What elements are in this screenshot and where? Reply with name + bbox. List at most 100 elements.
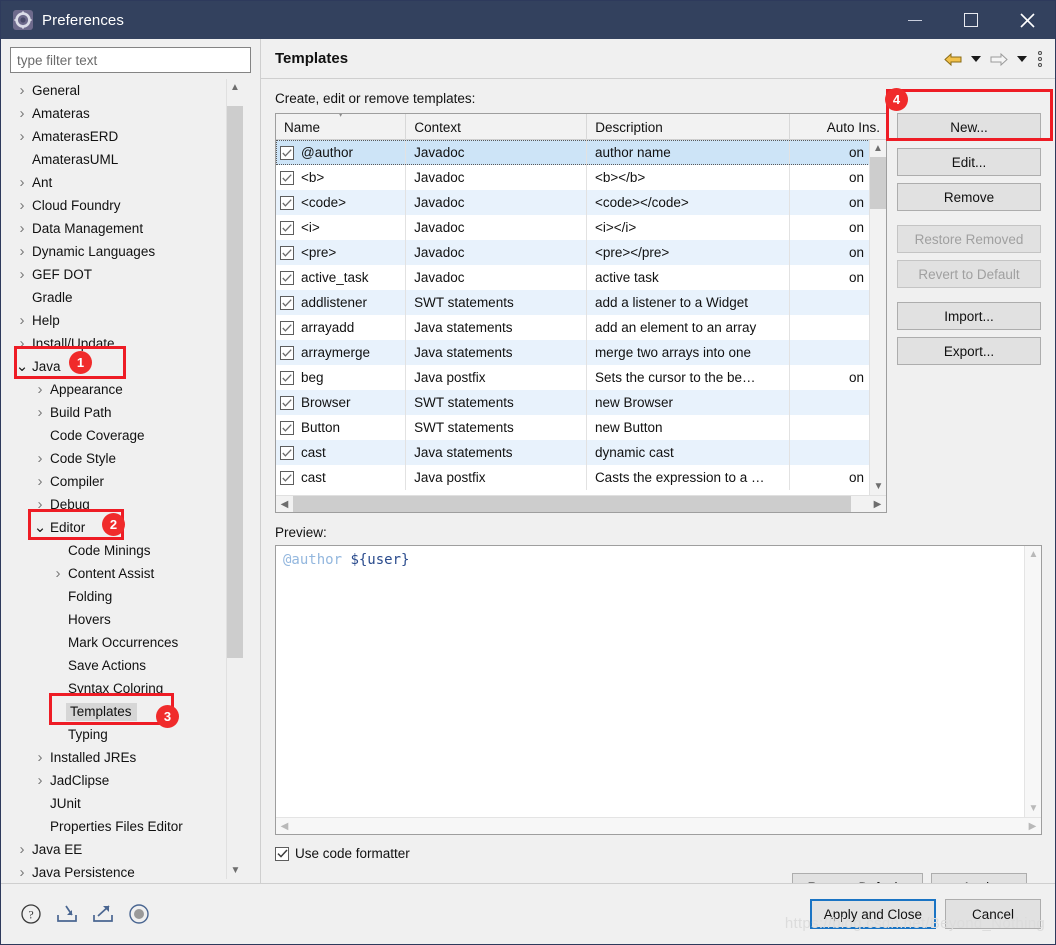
table-row[interactable]: cast Java postfix Casts the expression to … [276,465,886,490]
column-header-name[interactable]: ▾ Name [276,114,407,140]
sidebar-item-amaterasuml[interactable]: ›AmaterasUML [10,148,243,171]
preview-vertical-scrollbar[interactable]: ▲ ▼ [1024,546,1041,817]
sidebar-item-mark-occurrences[interactable]: ›Mark Occurrences [10,631,243,654]
chevron-right-icon[interactable]: › [14,865,30,879]
chevron-right-icon[interactable]: › [32,451,48,466]
chevron-right-icon[interactable]: › [14,106,30,121]
table-hscroll-thumb[interactable] [293,496,851,512]
chevron-right-icon[interactable]: › [14,244,30,259]
import-preferences-icon[interactable] [55,902,79,926]
table-row[interactable]: Button SWT statements new Button [276,415,886,440]
table-row[interactable]: <pre> Javadoc <pre></pre> on [276,240,886,265]
cancel-button[interactable]: Cancel [945,899,1041,929]
chevron-right-icon[interactable]: › [14,267,30,282]
row-checkbox[interactable] [280,295,294,310]
close-button[interactable] [999,1,1055,39]
table-body[interactable]: @author Javadoc author name on <b> Javadoc <b>… [276,140,886,512]
use-code-formatter-row[interactable]: Use code formatter [275,846,1041,861]
row-checkbox[interactable] [280,170,294,185]
remove-template-button[interactable]: Remove [897,183,1041,211]
sidebar-item-folding[interactable]: ›Folding [10,585,243,608]
sidebar-item-properties-files-editor[interactable]: ›Properties Files Editor [10,815,243,838]
scrollbar-track[interactable] [227,96,243,862]
sidebar-item-amateras[interactable]: › Amateras [10,102,243,125]
chevron-right-icon[interactable]: › [32,474,48,489]
table-horizontal-scrollbar[interactable]: ◀ ▶ [276,495,886,512]
sidebar-item-content-assist[interactable]: › Content Assist [10,562,243,585]
help-icon[interactable]: ? [19,902,43,926]
sidebar-item-dynamic-languages[interactable]: › Dynamic Languages [10,240,243,263]
preview-scroll-right-icon[interactable]: ▶ [1024,818,1041,835]
chevron-right-icon[interactable]: › [32,382,48,397]
forward-dropdown-icon[interactable] [1014,47,1030,71]
sidebar-item-help[interactable]: › Help [10,309,243,332]
column-header-context[interactable]: Context [406,114,588,140]
table-scroll-right-icon[interactable]: ▶ [869,496,886,512]
row-checkbox[interactable] [280,195,294,210]
table-row[interactable]: arrayadd Java statements add an element to… [276,315,886,340]
sidebar-item-save-actions[interactable]: ›Save Actions [10,654,243,677]
sidebar-item-code-coverage[interactable]: ›Code Coverage [10,424,243,447]
maximize-button[interactable] [943,1,999,39]
chevron-down-icon[interactable]: ⌄ [14,359,30,374]
back-arrow-icon[interactable] [941,47,965,71]
sidebar-item-gef-dot[interactable]: › GEF DOT [10,263,243,286]
new-template-button[interactable]: New... [897,113,1041,141]
sidebar-item-code-minings[interactable]: ›Code Minings [10,539,243,562]
sidebar-item-installed-jres[interactable]: › Installed JREs [10,746,243,769]
row-checkbox[interactable] [280,345,294,360]
sidebar-item-junit[interactable]: ›JUnit [10,792,243,815]
preview-horizontal-scrollbar[interactable]: ◀ ▶ [276,817,1041,834]
row-checkbox[interactable] [280,370,294,385]
table-row[interactable]: <i> Javadoc <i></i> on [276,215,886,240]
row-checkbox[interactable] [280,395,294,410]
chevron-right-icon[interactable]: › [14,198,30,213]
row-checkbox[interactable] [280,245,294,260]
view-menu-icon[interactable] [1033,47,1047,71]
table-row[interactable]: @author Javadoc author name on [276,140,886,165]
search-input[interactable] [10,47,251,73]
table-vertical-scrollbar[interactable]: ▲ ▼ [869,140,886,495]
export-preferences-icon[interactable] [91,902,115,926]
table-row[interactable]: <b> Javadoc <b></b> on [276,165,886,190]
apply-and-close-button[interactable]: Apply and Close [809,899,936,929]
sidebar-item-appearance[interactable]: › Appearance [10,378,243,401]
sidebar-item-amateraserd[interactable]: › AmaterasERD [10,125,243,148]
edit-template-button[interactable]: Edit... [897,148,1041,176]
table-scroll-left-icon[interactable]: ◀ [276,496,293,512]
row-checkbox[interactable] [280,320,294,335]
table-row[interactable]: active_task Javadoc active task on [276,265,886,290]
sidebar-item-general[interactable]: › General [10,79,243,102]
sidebar-item-jadclipse[interactable]: › JadClipse [10,769,243,792]
scroll-up-icon[interactable]: ▲ [227,79,243,96]
chevron-down-icon[interactable]: ⌄ [32,520,48,535]
sidebar-item-gradle[interactable]: ›Gradle [10,286,243,309]
sidebar-item-install-update[interactable]: › Install/Update [10,332,243,355]
chevron-right-icon[interactable]: › [14,129,30,144]
preview-scroll-up-icon[interactable]: ▲ [1025,546,1041,563]
chevron-right-icon[interactable]: › [32,773,48,788]
sidebar-item-build-path[interactable]: › Build Path [10,401,243,424]
table-row[interactable]: arraymerge Java statements merge two array… [276,340,886,365]
sidebar-scrollbar[interactable]: ▲ ▼ [226,79,243,879]
column-header-auto-insert[interactable]: Auto Ins. [790,114,886,140]
forward-arrow-icon[interactable] [987,47,1011,71]
sidebar-item-templates[interactable]: ›Templates [10,700,243,723]
back-dropdown-icon[interactable] [968,47,984,71]
row-checkbox[interactable] [280,445,294,460]
table-row[interactable]: cast Java statements dynamic cast [276,440,886,465]
chevron-right-icon[interactable]: › [32,497,48,512]
sidebar-item-typing[interactable]: ›Typing [10,723,243,746]
table-row[interactable]: addlistener SWT statements add a listener … [276,290,886,315]
table-scroll-up-icon[interactable]: ▲ [870,140,886,157]
chevron-right-icon[interactable]: › [14,313,30,328]
chevron-right-icon[interactable]: › [14,336,30,351]
row-checkbox[interactable] [280,420,294,435]
sidebar-item-java-ee[interactable]: › Java EE [10,838,243,861]
preview-box[interactable]: @author ${user} ▲ ▼ ◀ ▶ [275,545,1042,835]
sidebar-item-compiler[interactable]: › Compiler [10,470,243,493]
table-scroll-down-icon[interactable]: ▼ [870,478,886,495]
table-hscroll-track[interactable] [293,496,869,512]
column-header-description[interactable]: Description [587,114,791,140]
export-templates-button[interactable]: Export... [897,337,1041,365]
